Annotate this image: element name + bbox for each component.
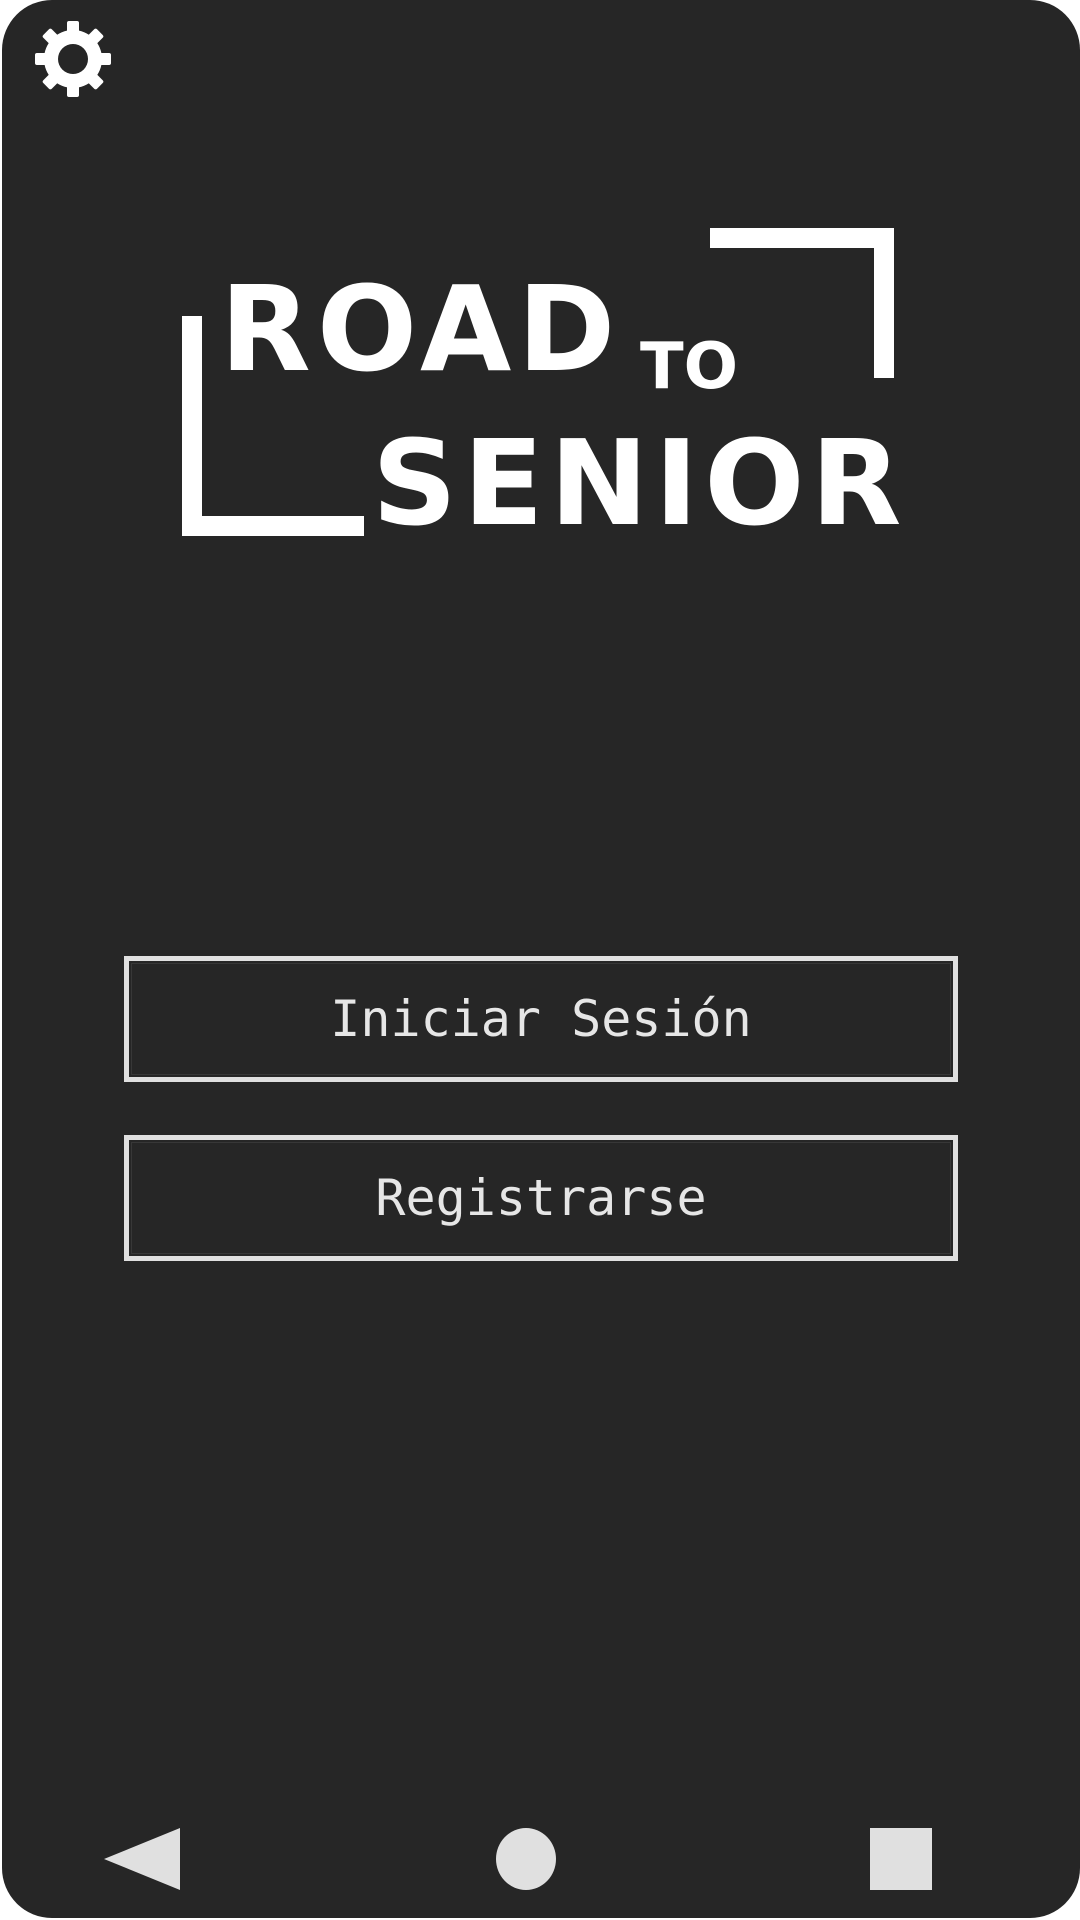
road-to-senior-logo: ROAD TO SENIOR: [182, 228, 902, 540]
nav-recent-button[interactable]: [870, 1828, 932, 1890]
nav-back-button[interactable]: [104, 1828, 180, 1890]
nav-home-button[interactable]: [496, 1828, 556, 1890]
gear-icon: [35, 21, 111, 97]
logo-senior: SENIOR: [372, 414, 902, 540]
app-screen: ROAD TO SENIOR Iniciar Sesión Registrars…: [2, 0, 1080, 1918]
logo-to: TO: [640, 330, 738, 404]
logo-road: ROAD: [220, 260, 621, 398]
register-button-label: Registrarse: [375, 1169, 707, 1227]
login-button-label: Iniciar Sesión: [330, 990, 752, 1048]
circle-home-icon: [496, 1828, 556, 1890]
register-button[interactable]: Registrarse: [124, 1135, 958, 1261]
triangle-back-icon: [104, 1828, 180, 1890]
login-button[interactable]: Iniciar Sesión: [124, 956, 958, 1082]
settings-button[interactable]: [32, 18, 114, 100]
